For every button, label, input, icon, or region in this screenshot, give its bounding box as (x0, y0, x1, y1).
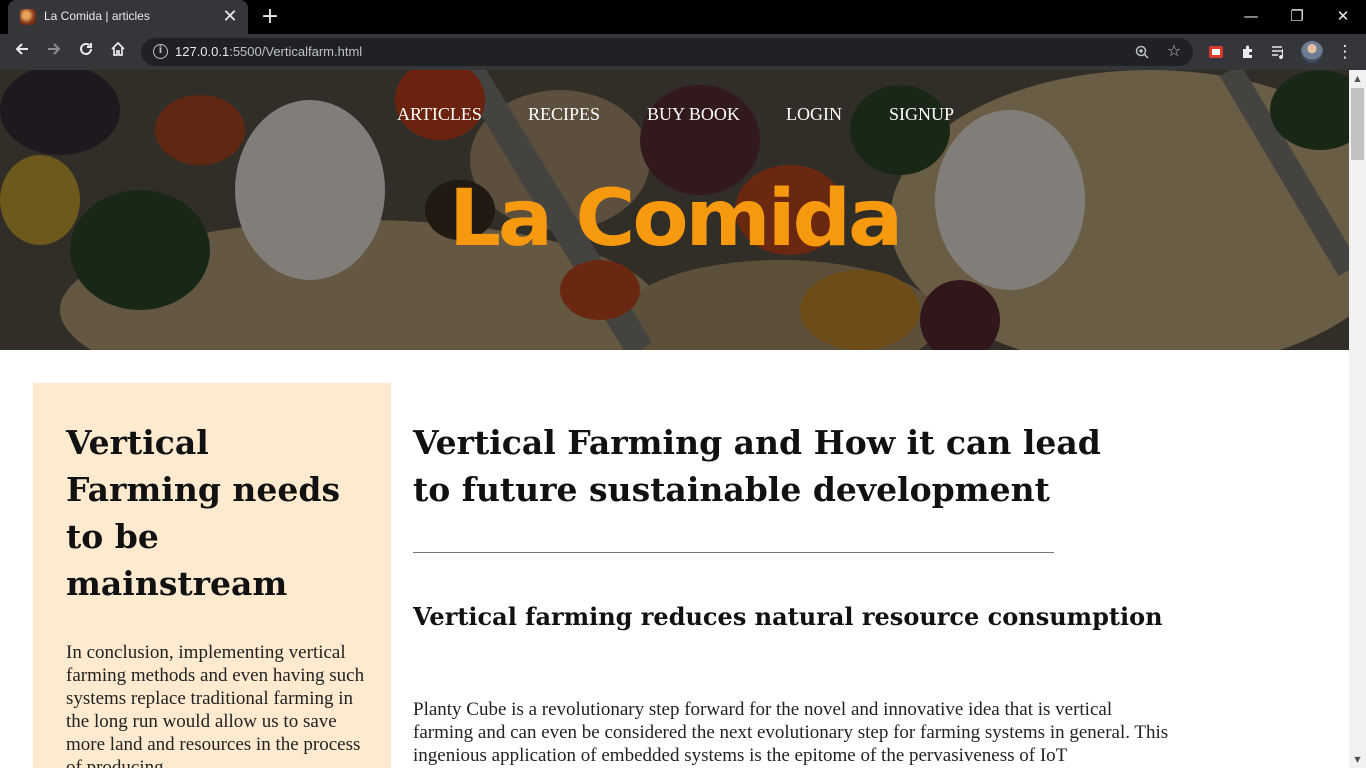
url-path: :5500/Verticalfarm.html (229, 44, 363, 59)
close-window-button[interactable]: ✕ (1320, 2, 1366, 30)
nav-articles[interactable]: ARTICLES (397, 104, 482, 125)
minimize-button[interactable]: — (1228, 2, 1274, 30)
article-subheading: Vertical farming reduces natural resourc… (413, 602, 1163, 631)
nav-recipes[interactable]: RECIPES (528, 104, 600, 125)
article-content: Vertical Farming and How it can lead to … (413, 383, 1173, 768)
scroll-thumb[interactable] (1351, 88, 1364, 160)
restore-button[interactable]: ❐ (1274, 2, 1320, 30)
bookmark-star-icon[interactable]: ☆ (1163, 41, 1185, 60)
site-favicon-icon (20, 9, 36, 25)
scroll-up-arrow-icon[interactable]: ▲ (1349, 70, 1366, 87)
page-viewport: ARTICLES RECIPES BUY BOOK LOGIN SIGNUP L… (0, 70, 1349, 768)
forward-icon[interactable] (41, 39, 67, 65)
new-tab-button[interactable]: + (258, 5, 282, 29)
nav-buy-book[interactable]: BUY BOOK (647, 104, 740, 125)
zoom-icon[interactable] (1131, 41, 1153, 63)
tab-title: La Comida | articles (44, 9, 150, 23)
tab-strip: La Comida | articles ✕ + — ❐ ✕ (0, 0, 1366, 34)
sidebar-panel: Vertical Farming needs to be mainstream … (33, 383, 391, 768)
browser-toolbar: i 127.0.0.1:5500/Verticalfarm.html ☆ ⋮ (0, 34, 1366, 70)
nav-signup[interactable]: SIGNUP (889, 104, 954, 125)
sidebar-text: In conclusion, implementing vertical far… (66, 642, 365, 768)
site-brand-title: La Comida (448, 174, 903, 264)
url-text[interactable]: 127.0.0.1:5500/Verticalfarm.html (175, 44, 362, 59)
home-icon[interactable] (105, 39, 131, 65)
page-scrollbar[interactable]: ▲ ▼ (1349, 70, 1366, 768)
browser-tab[interactable]: La Comida | articles ✕ (8, 0, 248, 34)
avatar[interactable] (1301, 41, 1323, 63)
media-icon[interactable] (1271, 44, 1287, 60)
puzzle-icon[interactable] (1240, 44, 1256, 60)
back-icon[interactable] (9, 39, 35, 65)
info-icon[interactable]: i (153, 44, 168, 59)
title-divider (413, 552, 1054, 553)
sidebar-title: Vertical Farming needs to be mainstream (66, 423, 341, 603)
article-paragraph: Planty Cube is a revolutionary step forw… (413, 699, 1169, 766)
tab-close-icon[interactable]: ✕ (220, 7, 240, 27)
address-bar[interactable]: i 127.0.0.1:5500/Verticalfarm.html ☆ (141, 38, 1193, 66)
reload-icon[interactable] (73, 39, 99, 65)
scroll-down-arrow-icon[interactable]: ▼ (1349, 751, 1366, 768)
url-host: 127.0.0.1 (175, 44, 230, 59)
main-nav: ARTICLES RECIPES BUY BOOK LOGIN SIGNUP (0, 104, 1349, 128)
nav-login[interactable]: LOGIN (786, 104, 842, 125)
extension-icon[interactable] (1208, 44, 1224, 60)
menu-icon[interactable]: ⋮ (1332, 39, 1358, 65)
article-title: Vertical Farming and How it can lead to … (413, 423, 1101, 509)
hero-header: ARTICLES RECIPES BUY BOOK LOGIN SIGNUP L… (0, 70, 1349, 350)
